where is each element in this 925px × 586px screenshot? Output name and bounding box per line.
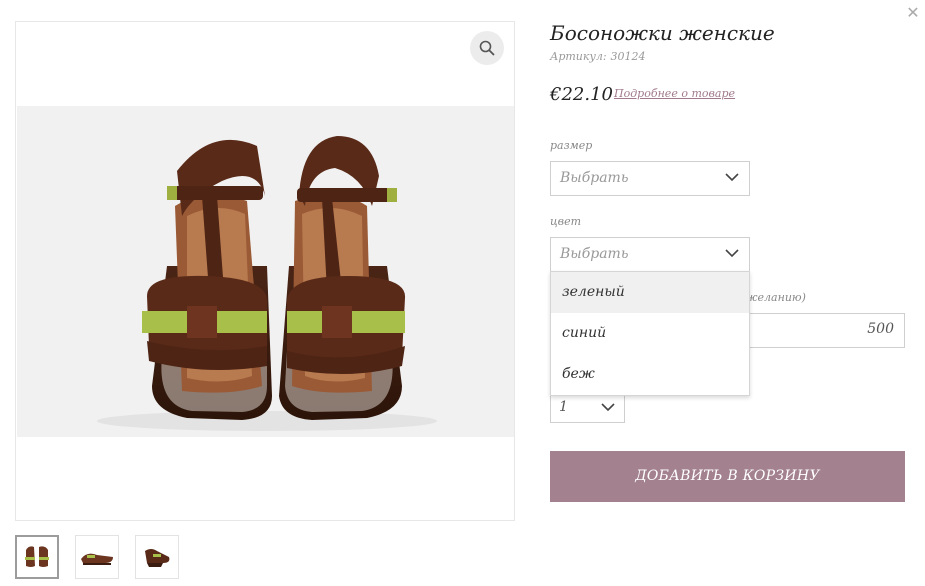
product-photo bbox=[17, 106, 514, 437]
quantity-value: 1 bbox=[559, 399, 568, 415]
product-image-gallery bbox=[15, 21, 515, 521]
product-details-link[interactable]: Подробнее о товаре bbox=[614, 87, 735, 100]
engraving-label: желанию) bbox=[745, 291, 806, 304]
chevron-down-icon bbox=[601, 403, 615, 412]
color-option-blue[interactable]: синий bbox=[551, 313, 749, 354]
engraving-input[interactable]: 500 bbox=[748, 313, 905, 348]
thumbnail-2[interactable] bbox=[75, 535, 119, 579]
color-select[interactable]: Выбрать bbox=[550, 237, 750, 272]
size-select-value: Выбрать bbox=[560, 170, 629, 186]
color-select-value: Выбрать bbox=[560, 246, 629, 262]
close-button[interactable]: ✕ bbox=[905, 4, 921, 22]
color-label: цвет bbox=[550, 215, 582, 228]
product-sku: Артикул: 30124 bbox=[550, 50, 646, 63]
color-option-green[interactable]: зеленый bbox=[551, 272, 749, 313]
thumbnail-1[interactable] bbox=[15, 535, 59, 579]
zoom-button[interactable] bbox=[470, 31, 504, 65]
product-price: €22.10 bbox=[550, 84, 613, 105]
size-select[interactable]: Выбрать bbox=[550, 161, 750, 196]
quantity-select[interactable]: 1 bbox=[550, 393, 625, 423]
add-to-cart-button[interactable]: ДОБАВИТЬ В КОРЗИНУ bbox=[550, 451, 905, 502]
size-label: размер bbox=[550, 139, 593, 152]
sku-label: Артикул: bbox=[550, 50, 607, 63]
thumbnail-3[interactable] bbox=[135, 535, 179, 579]
color-dropdown-menu: зеленый синий беж bbox=[550, 271, 750, 396]
product-title: Босоножки женские bbox=[550, 21, 775, 45]
color-option-beige[interactable]: беж bbox=[551, 354, 749, 395]
chevron-down-icon bbox=[725, 173, 739, 182]
engraving-value: 500 bbox=[867, 321, 894, 337]
magnifier-icon bbox=[479, 40, 495, 56]
sku-value: 30124 bbox=[610, 50, 646, 63]
chevron-down-icon bbox=[725, 249, 739, 258]
